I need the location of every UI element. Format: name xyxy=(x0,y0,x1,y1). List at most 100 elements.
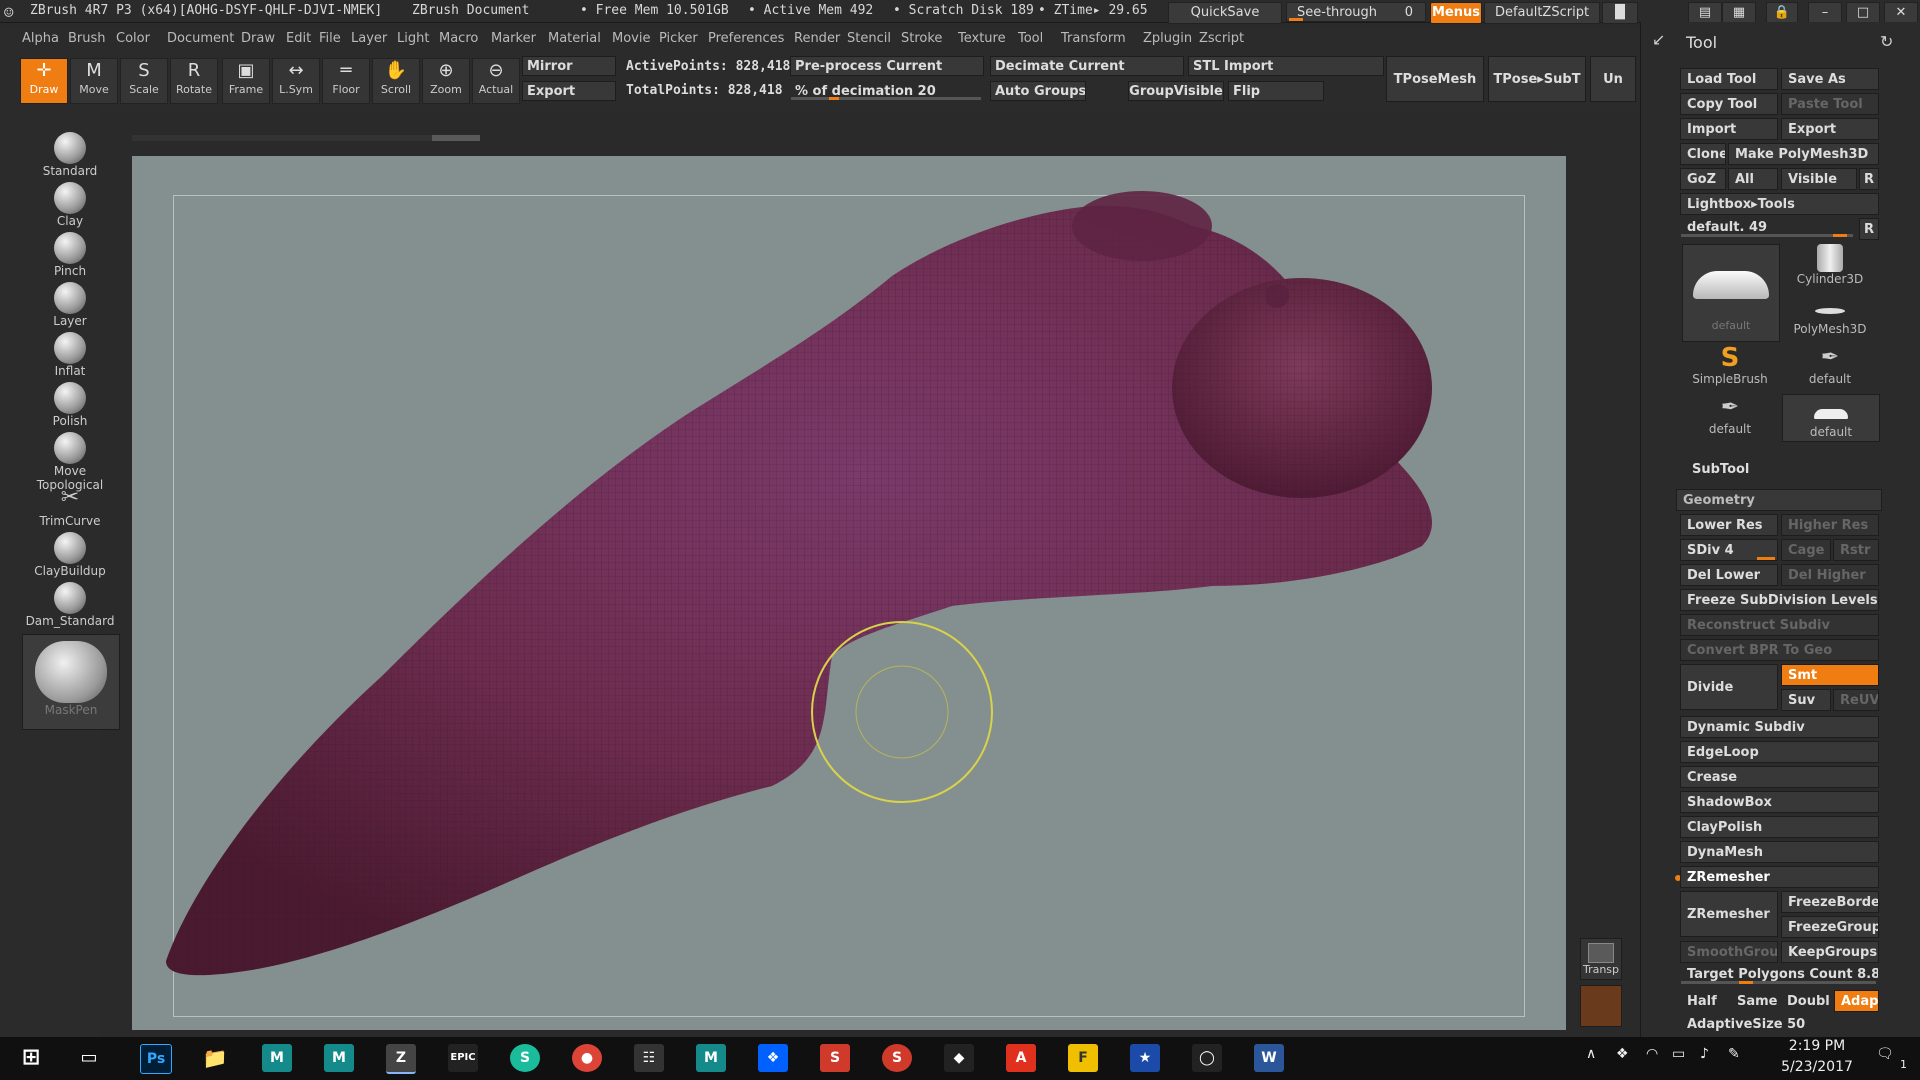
menu-brush[interactable]: Brush xyxy=(68,31,106,46)
maximize-icon[interactable]: □ xyxy=(1846,2,1880,24)
wifi-icon[interactable]: ◠ xyxy=(1646,1046,1658,1062)
brush-dam-standard[interactable]: Dam_Standard xyxy=(20,582,120,628)
palette-handle-icon[interactable]: ↙ xyxy=(1652,30,1665,49)
target-polygons-slider[interactable]: Target Polygons Count 8.8 xyxy=(1680,963,1879,985)
fusion-icon[interactable]: F xyxy=(1068,1044,1098,1072)
menu-movie[interactable]: Movie xyxy=(612,31,650,46)
menu-tool[interactable]: Tool xyxy=(1018,31,1043,46)
clone-button[interactable]: Clone xyxy=(1680,143,1726,165)
menu-document[interactable]: Document xyxy=(167,31,234,46)
del-higher-button[interactable]: Del Higher xyxy=(1781,564,1879,586)
refresh-icon[interactable]: ↻ xyxy=(1880,32,1893,51)
task-view-icon[interactable]: ▭ xyxy=(74,1044,104,1072)
suv-toggle[interactable]: Suv xyxy=(1781,689,1831,711)
stl-import-button[interactable]: STL Import xyxy=(1188,56,1384,76)
palette-icon[interactable]: ▦ xyxy=(1722,2,1756,24)
dynamesh-header[interactable]: DynaMesh xyxy=(1680,841,1879,863)
all-button[interactable]: All xyxy=(1728,168,1778,190)
crease-header[interactable]: Crease xyxy=(1680,766,1879,788)
windows-start-icon[interactable]: ⊞ xyxy=(16,1044,46,1072)
menu-marker[interactable]: Marker xyxy=(491,31,536,46)
smooth-groups-slider[interactable]: SmoothGrou xyxy=(1680,941,1778,963)
move-button[interactable]: M Move xyxy=(70,58,118,104)
r-reset-button[interactable]: R xyxy=(1859,218,1879,240)
freeze-border-toggle[interactable]: FreezeBorde xyxy=(1781,891,1879,913)
notification-icon[interactable]: 🗨 xyxy=(1876,1046,1894,1062)
menu-render[interactable]: Render xyxy=(794,31,840,46)
dynamic-subdiv-header[interactable]: Dynamic Subdiv xyxy=(1680,716,1879,738)
tool-thumb-simplebrush[interactable]: S SimpleBrush xyxy=(1682,344,1778,392)
pen-icon[interactable]: ✎ xyxy=(1728,1046,1740,1062)
epic-games-icon[interactable]: EPIC xyxy=(448,1044,478,1072)
quicksave-button[interactable]: QuickSave xyxy=(1168,2,1282,24)
flip-button[interactable]: Flip xyxy=(1228,81,1324,101)
acrobat-icon[interactable]: A xyxy=(1006,1044,1036,1072)
brush-clay[interactable]: Clay xyxy=(20,182,120,228)
maya-icon-3[interactable]: M xyxy=(696,1044,726,1072)
ghost-button[interactable] xyxy=(1580,985,1622,1027)
scroll-button[interactable]: ✋ Scroll xyxy=(372,58,420,104)
clock-time[interactable]: 2:19 PM xyxy=(1772,1038,1862,1054)
double-button[interactable]: Doubl xyxy=(1780,990,1832,1012)
import-button[interactable]: Import xyxy=(1680,118,1778,140)
copy-tool-button[interactable]: Copy Tool xyxy=(1680,93,1778,115)
convert-bpr-button[interactable]: Convert BPR To Geo xyxy=(1680,639,1879,661)
mirror-button[interactable]: Mirror xyxy=(522,56,616,76)
lsym-button[interactable]: ↔ L.Sym xyxy=(272,58,320,104)
menu-texture[interactable]: Texture xyxy=(958,31,1006,46)
export-button[interactable]: Export xyxy=(522,81,616,101)
menu-alpha[interactable]: Alpha xyxy=(22,31,59,46)
substance-painter-icon[interactable]: S xyxy=(820,1044,850,1072)
r-button[interactable]: R xyxy=(1859,168,1879,190)
preprocess-current-button[interactable]: Pre-process Current xyxy=(790,56,984,76)
save-as-button[interactable]: Save As xyxy=(1781,68,1879,90)
make-polymesh-button[interactable]: Make PolyMesh3D xyxy=(1728,143,1879,165)
brush-claybuildup[interactable]: ClayBuildup xyxy=(20,532,120,578)
claypolish-header[interactable]: ClayPolish xyxy=(1680,816,1879,838)
layout-icon[interactable]: ▤ xyxy=(1688,2,1722,24)
shadowbox-header[interactable]: ShadowBox xyxy=(1680,791,1879,813)
app-figure-icon[interactable]: ★ xyxy=(1130,1044,1160,1072)
freeze-groups-toggle[interactable]: FreezeGroup xyxy=(1781,916,1879,938)
menu-light[interactable]: Light xyxy=(397,31,429,46)
tool-thumb-polymesh3d[interactable]: PolyMesh3D xyxy=(1782,294,1878,342)
tool-thumb-cylinder3d[interactable]: Cylinder3D xyxy=(1782,244,1878,292)
menu-layer[interactable]: Layer xyxy=(351,31,387,46)
paste-tool-button[interactable]: Paste Tool xyxy=(1781,93,1879,115)
zoom-button[interactable]: ⊕ Zoom xyxy=(422,58,470,104)
brush-layer[interactable]: Layer xyxy=(20,282,120,328)
adaptive-size-slider[interactable]: AdaptiveSize 50 xyxy=(1680,1013,1879,1035)
menu-zscript[interactable]: Zscript xyxy=(1199,31,1244,46)
close-icon[interactable]: ✕ xyxy=(1884,2,1918,24)
brush-polish[interactable]: Polish xyxy=(20,382,120,428)
goz-button[interactable]: GoZ xyxy=(1680,168,1726,190)
subtool-header[interactable]: SubTool xyxy=(1692,462,1749,477)
seethrough-slider[interactable]: See-through 0 xyxy=(1286,2,1426,22)
del-lower-button[interactable]: Del Lower xyxy=(1680,564,1778,586)
maya-icon-2[interactable]: M xyxy=(324,1044,354,1072)
menu-draw[interactable]: Draw xyxy=(241,31,275,46)
zremesher-button[interactable]: ZRemesher xyxy=(1680,891,1778,937)
maya-icon[interactable]: M xyxy=(262,1044,292,1072)
oculus-icon[interactable]: ◯ xyxy=(1192,1044,1222,1072)
toggle-icon[interactable]: ▐▌ xyxy=(1602,2,1638,24)
tool-thumb-default-3[interactable]: ✒ default xyxy=(1682,394,1778,442)
zbrush-taskbar-icon[interactable]: Z xyxy=(386,1044,416,1074)
battery-icon[interactable]: ▭ xyxy=(1672,1046,1685,1062)
half-button[interactable]: Half xyxy=(1680,990,1728,1012)
file-explorer-icon[interactable]: 📁 xyxy=(200,1044,230,1072)
zremesher-header[interactable]: ZRemesher xyxy=(1680,866,1879,888)
transp-button[interactable]: Transp xyxy=(1580,938,1622,980)
tool-thumb-default-selected[interactable]: default xyxy=(1682,244,1780,342)
unify-button[interactable]: Un xyxy=(1590,56,1636,102)
menu-macro[interactable]: Macro xyxy=(439,31,478,46)
horizontal-scrollbar[interactable] xyxy=(132,135,480,141)
tool-thumb-default-4[interactable]: default xyxy=(1782,394,1880,442)
brush-standard[interactable]: Standard xyxy=(20,132,120,178)
geometry-header[interactable]: Geometry xyxy=(1676,489,1882,511)
lightbox-tools-button[interactable]: Lightbox▸Tools xyxy=(1680,193,1879,215)
sdiv-slider[interactable]: SDiv 4 xyxy=(1680,539,1778,561)
brush-trimcurve[interactable]: ✂ TrimCurve xyxy=(20,482,120,528)
chrome-icon[interactable]: ● xyxy=(572,1044,602,1072)
menu-zplugin[interactable]: Zplugin xyxy=(1143,31,1192,46)
